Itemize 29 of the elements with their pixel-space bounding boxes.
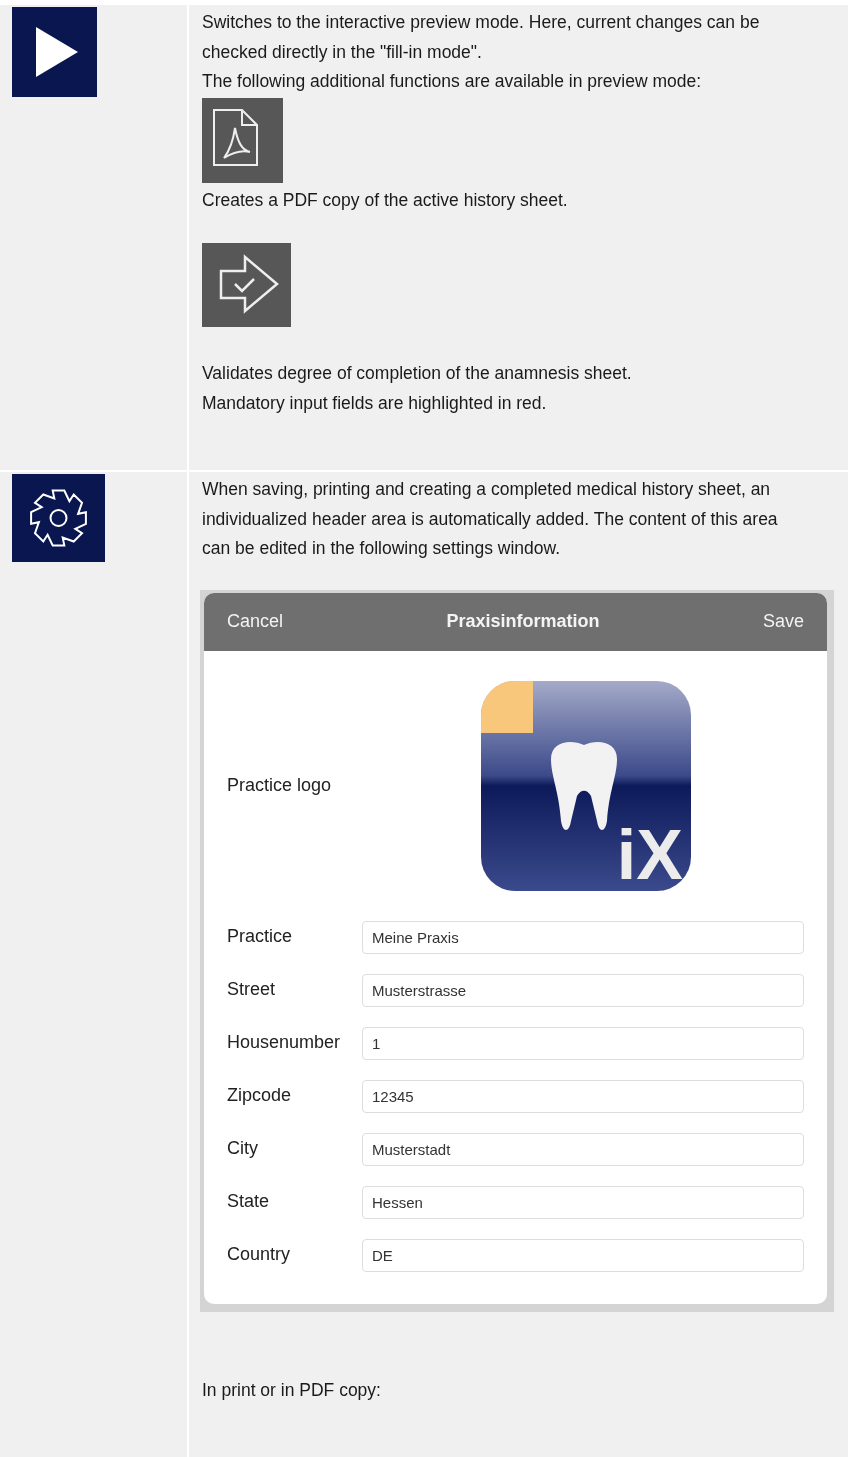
input-field[interactable]: Musterstadt [362,1132,804,1166]
description-text: In print or in PDF copy: [202,1378,382,1402]
field-label: Practice logo [227,773,333,797]
tooth-logo-drawing: iX [481,680,691,891]
description-text: When saving, printing and creating a completed medical history sheet, an individualized header area is automatically added. The content of this area can be edited in the following settings window. [202,478,779,560]
play-icon [12,7,97,97]
save-button[interactable]: Save [762,606,804,637]
field-label: Housenumber [227,1031,342,1055]
description-text: Mandatory input fields are highlighted in red. [202,391,548,415]
description-text: Validates degree of completion of the anamnesis sheet. [202,362,633,385]
cancel-button[interactable]: Cancel [227,606,284,637]
field-label: Zipcode [227,1084,293,1108]
pdf-file-icon [202,97,283,183]
dialog-title: Praxisinformation [446,609,600,633]
field-label: State [227,1190,271,1214]
input-field[interactable]: 1 [362,1026,804,1060]
description-text: Switches to the interactive preview mode. Here, current changes can be checked directly in the "fill-in mode". [202,11,761,64]
field-label: Street [227,978,277,1002]
field-label: Country [227,1243,292,1267]
input-field[interactable]: DE [362,1238,804,1272]
description-text: The following additional functions are available in preview mode: [202,70,703,93]
description-text: Creates a PDF copy of the active history sheet. [202,188,569,212]
input-field[interactable]: Hessen [362,1185,804,1219]
input-field[interactable]: 12345 [362,1079,804,1113]
field-label: City [227,1137,259,1161]
input-field[interactable]: Musterstrasse [362,973,804,1007]
settings-icon [12,474,105,562]
input-field[interactable]: Meine Praxis [362,920,804,954]
field-label: Practice [227,925,294,949]
